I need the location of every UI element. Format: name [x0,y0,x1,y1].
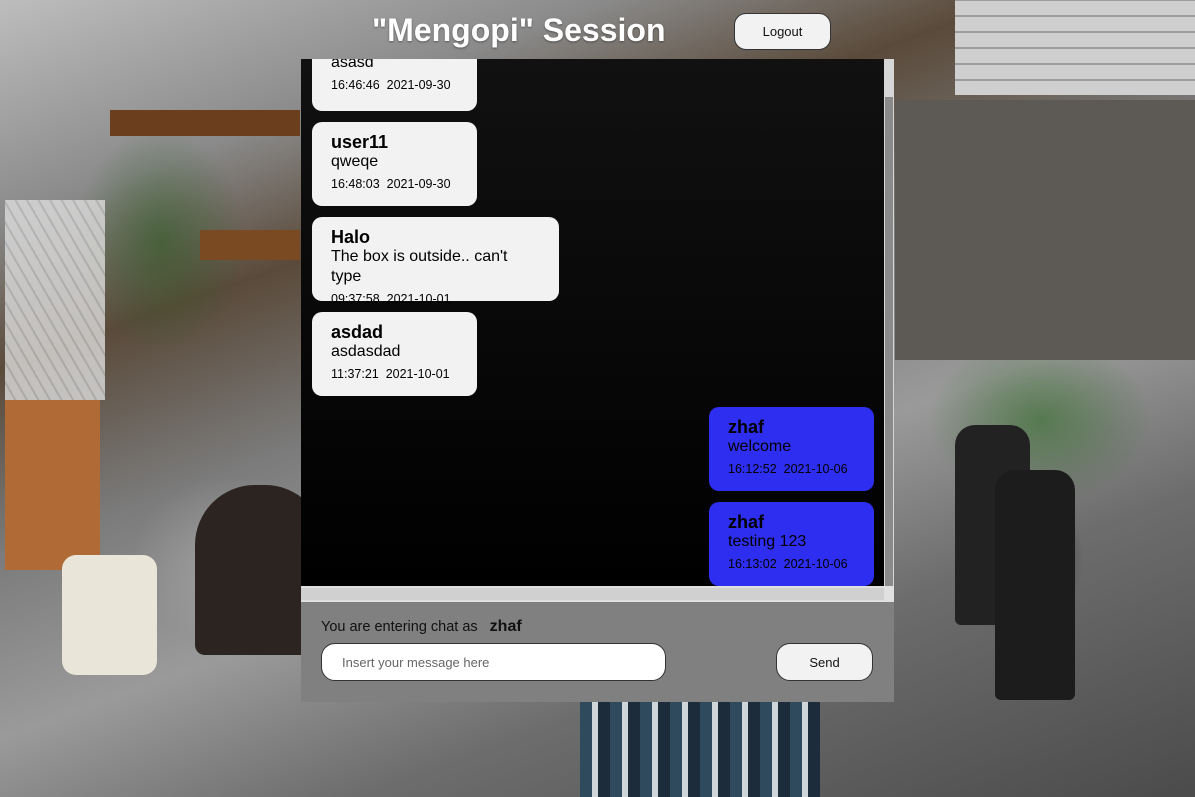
logout-button[interactable]: Logout [734,13,831,50]
send-button[interactable]: Send [776,643,873,681]
message-text: asdasdad [331,343,401,360]
horizontal-scrollbar[interactable] [301,586,894,602]
scrollbar-thumb[interactable] [301,588,884,600]
message-text: asasd [331,59,374,71]
message-bubble: asdad asdasdad 11:37:21 2021-10-01 [312,312,477,396]
message-text: testing 123 [728,533,807,550]
message-list[interactable]: asasd 16:46:46 2021-09-30 user11 qweqe 1… [301,59,884,586]
message-meta: 16:13:02 2021-10-06 [728,557,848,571]
vertical-scrollbar[interactable] [884,59,894,586]
entering-as-text: You are entering chat as [321,619,478,635]
message-text: welcome [728,438,792,455]
message-input[interactable] [321,643,666,681]
message-bubble: asasd 16:46:46 2021-09-30 [312,59,477,111]
message-meta: 16:46:46 2021-09-30 [331,78,451,92]
message-meta: 11:37:21 2021-10-01 [331,367,450,381]
page-title: "Mengopi" Session [372,12,666,48]
message-sender: Halo [331,227,371,247]
message-meta: 16:48:03 2021-09-30 [331,177,451,191]
chat-panel: asasd 16:46:46 2021-09-30 user11 qweqe 1… [301,59,894,702]
message-sender: zhaf [728,417,764,437]
message-meta: 16:12:52 2021-10-06 [728,462,848,476]
message-sender: user11 [331,132,389,152]
message-composer: You are entering chat as zhaf Send [301,602,894,702]
message-text: qweqe [331,153,379,170]
message-bubble: Halo The box is outside.. can't type 09:… [312,217,559,306]
scrollbar-thumb[interactable] [885,97,893,586]
message-bubble-own: zhaf testing 123 16:13:02 2021-10-06 [709,502,874,586]
message-text: The box is outside.. can't type [331,248,508,285]
message-bubble-own: zhaf welcome 16:12:52 2021-10-06 [709,407,874,491]
message-bubble: user11 qweqe 16:48:03 2021-09-30 [312,122,477,206]
message-meta: 09:37:58 2021-10-01 [331,292,451,306]
current-username: zhaf [489,618,522,635]
entering-as-label: You are entering chat as zhaf [321,618,522,636]
message-sender: asdad [331,322,384,342]
message-sender: zhaf [728,512,764,532]
